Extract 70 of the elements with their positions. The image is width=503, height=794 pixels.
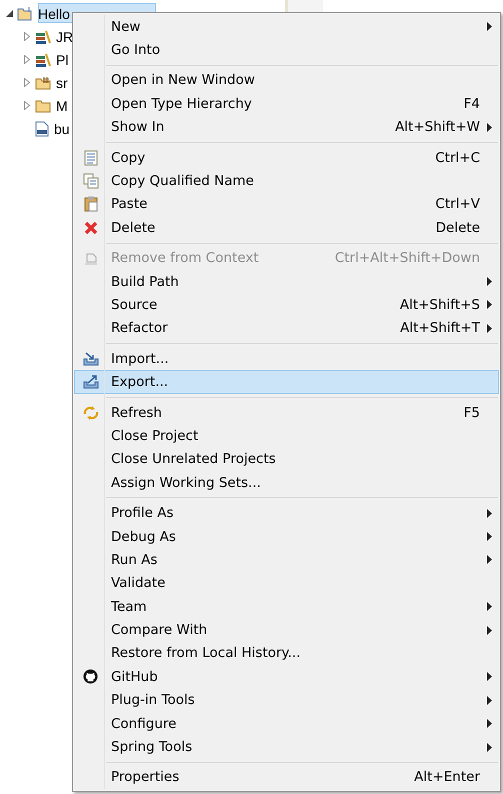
menu-item[interactable]: Copy Ctrl+C <box>74 146 499 170</box>
package-folder-icon <box>35 76 51 90</box>
export-icon <box>82 375 98 390</box>
submenu-arrow-icon <box>486 324 492 333</box>
expand-arrow-icon[interactable] <box>24 78 30 87</box>
menu-item[interactable]: Debug As <box>74 524 499 548</box>
import-icon <box>82 352 98 366</box>
tree-item[interactable]: Pl <box>54 50 70 68</box>
menu-item[interactable]: Import... <box>74 347 499 370</box>
submenu-arrow-icon <box>486 626 492 635</box>
menu-item[interactable]: Close Unrelated Projects <box>74 448 499 472</box>
tree-item[interactable]: sr <box>54 74 70 92</box>
submenu-arrow-icon <box>486 719 492 728</box>
remove-context-icon <box>84 251 98 266</box>
menu-item[interactable]: Plug-in Tools <box>74 688 499 712</box>
library-books-icon <box>35 52 51 66</box>
clipboard-icon <box>84 196 98 212</box>
menu-item[interactable]: New <box>74 15 499 38</box>
menu-item[interactable]: Export... <box>74 370 499 394</box>
submenu-arrow-icon <box>486 555 492 564</box>
menu-item[interactable]: Go Into <box>74 38 499 62</box>
binary-file-icon <box>35 120 49 136</box>
copy-pages-icon <box>82 173 98 190</box>
menu-item[interactable]: Build Path <box>74 270 499 294</box>
tree-item[interactable]: M <box>54 96 70 114</box>
menu-item[interactable]: Profile As <box>74 501 499 525</box>
menu-item[interactable]: Run As <box>74 548 499 572</box>
submenu-arrow-icon <box>486 696 492 705</box>
menu-item[interactable]: Configure <box>74 712 499 736</box>
submenu-arrow-icon <box>486 277 492 286</box>
project-folder-icon <box>17 6 33 20</box>
menu-item[interactable]: Validate <box>74 572 499 595</box>
tree-item[interactable]: JR <box>54 28 76 46</box>
menu-item[interactable]: Paste Ctrl+V <box>74 192 499 216</box>
tree-item[interactable]: Hello <box>36 4 72 22</box>
folder-icon <box>35 98 51 112</box>
expand-arrow-icon[interactable] <box>24 101 30 110</box>
github-icon <box>83 669 98 684</box>
menu-item[interactable]: Show In Alt+Shift+W <box>74 116 499 139</box>
menu-item[interactable]: Properties Alt+Enter <box>74 766 499 790</box>
menu-item[interactable]: Source Alt+Shift+S <box>74 293 499 317</box>
submenu-arrow-icon <box>486 532 492 541</box>
expand-arrow-icon[interactable] <box>24 32 30 41</box>
menu-item[interactable]: Refactor Alt+Shift+T <box>74 316 499 340</box>
refresh-arrows-icon <box>82 404 98 421</box>
collapse-arrow-icon[interactable] <box>6 10 12 17</box>
menu-item[interactable]: Delete Delete <box>74 216 499 240</box>
menu-item[interactable]: Refresh F5 <box>74 400 499 424</box>
submenu-arrow-icon <box>486 508 492 518</box>
menu-item[interactable]: Open in New Window <box>74 68 499 92</box>
menu-item[interactable]: Assign Working Sets... <box>74 471 499 494</box>
submenu-arrow-icon <box>486 22 492 32</box>
delete-icon <box>84 220 98 235</box>
tree-item[interactable]: bu <box>52 120 72 138</box>
menu-item[interactable]: Spring Tools <box>74 735 499 759</box>
menu-item[interactable]: Compare With <box>74 618 499 642</box>
library-books-icon <box>35 30 51 44</box>
submenu-arrow-icon <box>486 602 492 612</box>
submenu-arrow-icon <box>486 122 492 132</box>
submenu-arrow-icon <box>486 672 492 682</box>
expand-arrow-icon[interactable] <box>24 55 30 64</box>
menu-item[interactable]: Open Type Hierarchy F4 <box>74 92 499 116</box>
menu-item[interactable]: Team <box>74 594 499 618</box>
menu-item[interactable]: Close Project <box>74 424 499 448</box>
copy-icon <box>84 150 98 166</box>
menu-item[interactable]: Copy Qualified Name <box>74 169 499 193</box>
submenu-arrow-icon <box>486 742 492 752</box>
submenu-arrow-icon <box>486 300 492 310</box>
menu-item[interactable]: Restore from Local History... <box>74 642 499 666</box>
menu-item[interactable]: GitHub <box>74 665 499 689</box>
